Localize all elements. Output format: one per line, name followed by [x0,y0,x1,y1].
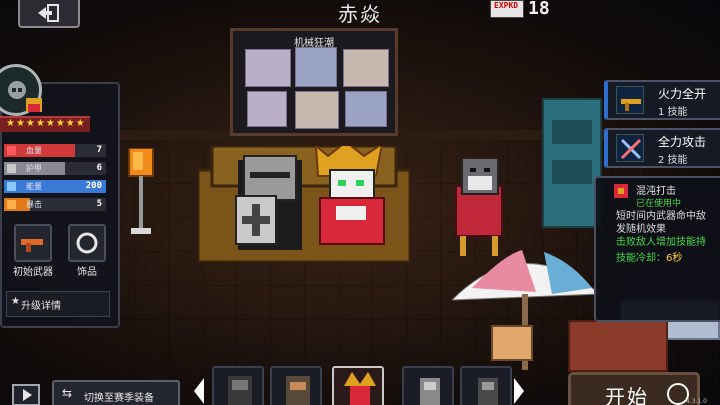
starting-weapon-slot[interactable] [14,224,52,262]
replay-icon[interactable] [12,384,40,405]
skill-card-1[interactable]: 火力全开 1 技能 [604,80,720,120]
stat-hp: 血量 7 [4,144,106,157]
sofa-with-heroes [198,146,410,262]
energy-icon [7,182,16,191]
hero-portrait-icon [26,98,42,112]
hero-slot-4[interactable] [402,366,454,405]
ring-icon [76,232,98,254]
stat-energy: 能量 200 [4,180,106,193]
skill-card-2[interactable]: 全力攻击 2 技能 [604,128,720,168]
stat-crit: 暴击 5 [4,198,106,211]
stat-armor: 护甲 6 [4,162,106,175]
gem-icon: EXPKD [490,0,524,18]
exit-arrow-icon [38,4,59,22]
rank-banner: ★★★★★★★★ [0,116,90,132]
starting-weapon-label: 初始武器 [13,267,53,278]
accessory-label: 饰品 [77,267,97,278]
next-arrow-icon[interactable] [512,376,526,405]
chaos-strike-icon [614,184,628,198]
crossed-swords-icon [616,134,644,162]
floor-lamp [128,148,154,234]
prev-arrow-icon[interactable] [192,376,206,405]
mission-board: 机械狂潮 [230,28,398,136]
version-label: 4.3.1.0 [686,398,707,405]
star-icon: ★ [11,296,20,307]
start-button[interactable]: 开始 [568,372,700,405]
hero-slot-2[interactable] [270,366,322,405]
accessory-slot[interactable] [68,224,106,262]
upgrade-details-button[interactable]: ★ 升级详情 [6,291,110,317]
crit-icon [7,200,16,209]
hero-slot-1[interactable] [212,366,264,405]
gem-count: 18 [528,0,550,19]
character-name: 赤焱 [338,2,382,26]
beach-umbrella [452,250,602,370]
hero-slot-selected[interactable] [332,366,384,405]
switch-season-gear-button[interactable]: ⇆ 切换至赛季装备 [52,380,180,405]
skill-detail-panel: 混沌打击 已在使用中 短时间内武器命中敌 发随机效果 击败敌人增加技能持 技能冷… [594,176,720,322]
fire-gun-icon [616,86,644,114]
gun-icon [21,239,43,252]
shield-icon [7,164,16,173]
vending-machine [542,98,602,228]
back-button[interactable] [18,0,80,28]
heart-icon [7,146,16,155]
rank-stars: ★★★★★★★★ [6,118,86,129]
hero-slot-5[interactable] [460,366,512,405]
swap-icon: ⇆ [62,386,73,400]
